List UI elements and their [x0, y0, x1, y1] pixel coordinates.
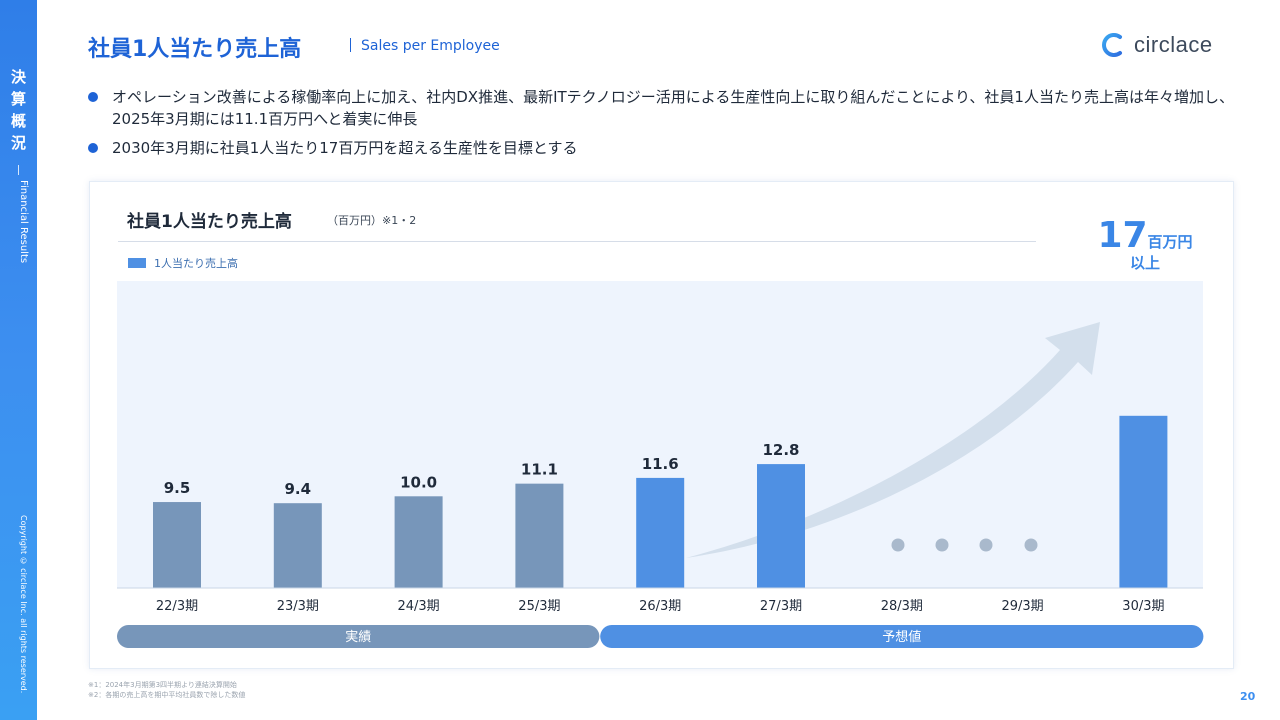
group-label: 実績 — [345, 629, 371, 645]
bar-chart: 9.5 22/3期 9.4 23/3期 10.0 24/3期 11.1 25/3期 11.6 26… — [117, 281, 1204, 648]
x-tick-label: 30/3期 — [1122, 599, 1164, 614]
bar — [394, 496, 443, 588]
x-tick-label: 24/3期 — [397, 599, 439, 614]
data-label: 11.6 — [642, 455, 679, 473]
ellipsis-dot — [1024, 538, 1038, 552]
page-number: 20 — [1240, 690, 1256, 703]
x-tick-label: 22/3期 — [156, 599, 198, 614]
data-label: 11.1 — [521, 461, 558, 479]
bar — [1119, 415, 1168, 588]
bar — [757, 464, 805, 588]
x-tick-label: 27/3期 — [760, 599, 802, 614]
group-label: 予想値 — [882, 629, 921, 645]
x-tick-label: 25/3期 — [518, 599, 560, 614]
x-tick-label: 29/3期 — [1001, 599, 1043, 614]
bar — [153, 502, 201, 588]
ellipsis-dot — [979, 538, 993, 552]
data-label: 10.0 — [400, 473, 437, 491]
x-tick-label: 28/3期 — [881, 599, 923, 614]
footnote-1: ※1：2024年3月期第3四半期より連結決算開始 — [88, 681, 237, 689]
bar — [636, 477, 685, 588]
footnote-2: ※2：各期の売上高を期中平均社員数で除した数値 — [88, 691, 246, 699]
data-label: 9.4 — [285, 480, 312, 498]
x-tick-label: 23/3期 — [277, 599, 319, 614]
bar — [273, 503, 322, 588]
x-tick-label: 26/3期 — [639, 599, 681, 614]
data-label: 9.5 — [164, 479, 191, 497]
bar — [515, 483, 564, 588]
data-label: 12.8 — [762, 441, 799, 459]
ellipsis-dot — [935, 538, 949, 552]
ellipsis-dot — [891, 538, 905, 552]
